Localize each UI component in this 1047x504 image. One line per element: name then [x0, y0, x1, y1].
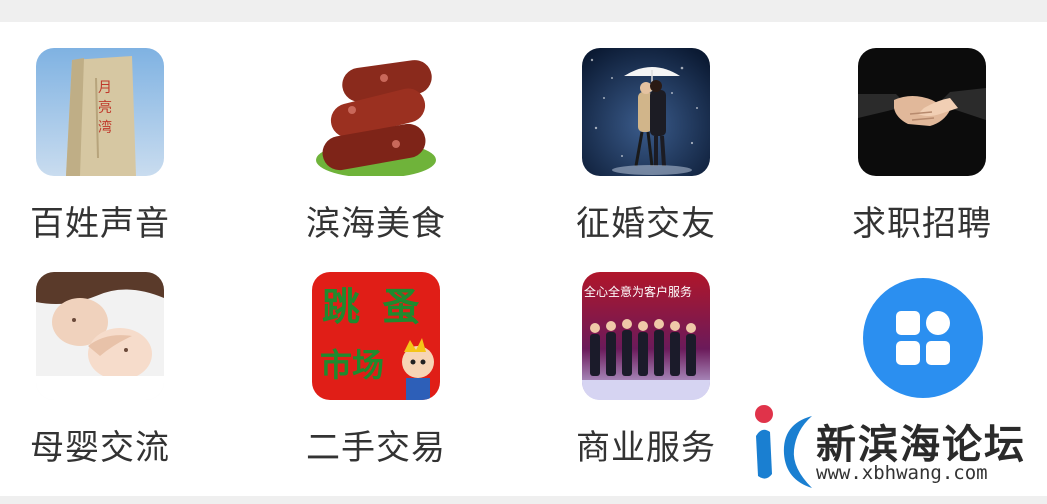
- business-people-icon: 全心全意为客户服务: [582, 272, 710, 400]
- svg-text:湾: 湾: [98, 119, 112, 136]
- sausage-food-icon: [312, 48, 440, 176]
- watermark-url: www.xbhwang.com: [816, 462, 988, 484]
- business-banner-text: 全心全意为客户服务: [584, 284, 692, 299]
- site-watermark: 新滨海论坛 www.xbhwang.com: [752, 402, 1044, 494]
- grid-item-binhai-meishi[interactable]: 滨海美食: [276, 48, 476, 258]
- svg-text:月: 月: [98, 80, 112, 96]
- flea-market-char-3: 市场: [320, 346, 384, 384]
- grid-item-label: 母婴交流: [30, 428, 170, 468]
- flea-market-icon: 跳 蚤 市场: [312, 272, 440, 400]
- grid-item-label: 求职招聘: [852, 204, 992, 244]
- grid-item-qiuzhi-zhaopin[interactable]: 求职招聘: [822, 48, 1022, 258]
- grid-item-label: 二手交易: [306, 428, 446, 468]
- grid-item-muying-jiaoliu[interactable]: 母婴交流: [0, 272, 200, 482]
- grid-item-ershou-jiaoyi[interactable]: 跳 蚤 市场 二手交易: [276, 272, 476, 482]
- mother-baby-icon: [36, 272, 164, 400]
- grid-item-shangye-fuwu[interactable]: 全心全意为客户服务 商业服务: [546, 272, 746, 482]
- flea-market-char-1: 跳: [322, 285, 360, 329]
- grid-item-label: 滨海美食: [306, 204, 446, 244]
- more-grid-icon[interactable]: [863, 278, 983, 398]
- grid-item-baixing-shengyin[interactable]: 月 亮 湾 百姓声音: [0, 48, 200, 258]
- couple-umbrella-icon: [582, 48, 710, 176]
- grid-item-label: 征婚交友: [576, 204, 716, 244]
- flea-market-char-2: 蚤: [382, 285, 420, 329]
- xbh-logo-icon: [755, 405, 812, 488]
- svg-text:亮: 亮: [98, 99, 112, 116]
- monument-stone-icon: 月 亮 湾: [36, 48, 164, 176]
- grid-item-zhenghun-jiaoyou[interactable]: 征婚交友: [546, 48, 746, 258]
- grid-item-label: 百姓声音: [30, 204, 170, 244]
- handshake-icon: [858, 48, 986, 176]
- grid-item-label: 商业服务: [576, 428, 716, 468]
